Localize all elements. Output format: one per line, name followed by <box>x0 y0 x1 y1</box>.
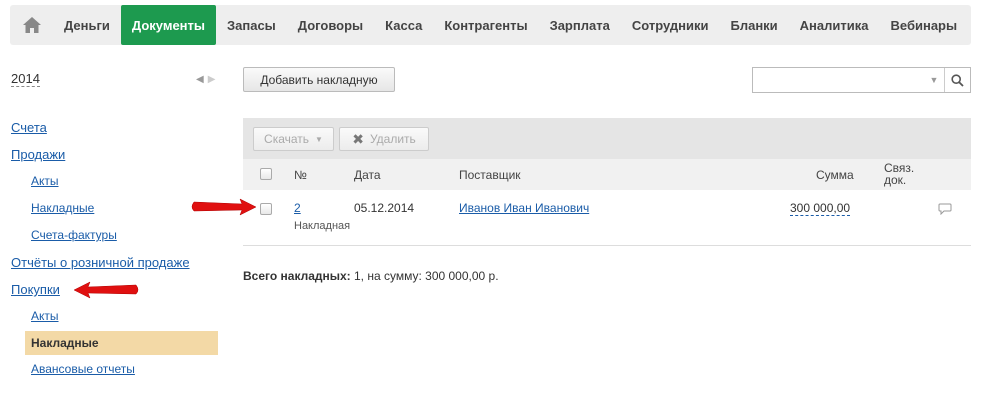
search-input[interactable] <box>753 68 924 92</box>
column-date: Дата <box>354 168 381 182</box>
delete-button[interactable]: ✖ Удалить <box>339 127 429 151</box>
nav-counterparties[interactable]: Контрагенты <box>433 5 538 45</box>
home-icon <box>22 17 41 33</box>
chevron-down-icon: ▼ <box>315 134 323 144</box>
sidebar-item-purchases[interactable]: Покупки <box>11 282 60 297</box>
column-supplier: Поставщик <box>459 168 521 182</box>
nav-webinars[interactable]: Вебинары <box>880 5 969 45</box>
waybill-type: Накладная <box>294 220 351 232</box>
table-header: № Дата Поставщик Сумма Связ. док. <box>243 159 971 190</box>
sidebar-item-retail-reports[interactable]: Отчёты о розничной продаже <box>11 255 190 270</box>
annotation-arrow-purchases <box>73 281 139 299</box>
nav-employees[interactable]: Сотрудники <box>621 5 720 45</box>
year-selector[interactable]: 2014 <box>11 72 40 87</box>
sidebar-item-sales[interactable]: Продажи <box>11 147 65 162</box>
table-toolbar: Скачать ▼ ✖ Удалить <box>243 118 971 159</box>
column-number: № <box>294 168 307 182</box>
sidebar-item-sales-waybills[interactable]: Накладные <box>31 201 94 215</box>
table-row: 2 Накладная 05.12.2014 Иванов Иван Ивано… <box>243 190 971 246</box>
column-sum: Сумма <box>816 168 854 182</box>
sidebar-item-invoices[interactable]: Счета <box>11 120 47 135</box>
add-waybill-button[interactable]: Добавить накладную <box>243 67 395 92</box>
column-linked-docs: Связ. док. <box>884 162 914 186</box>
prev-year-icon[interactable]: ◀ <box>196 74 208 85</box>
sidebar-item-purchase-acts[interactable]: Акты <box>31 309 59 323</box>
nav-money[interactable]: Деньги <box>53 5 121 45</box>
home-button[interactable] <box>10 5 53 45</box>
summary: Всего накладных: 1, на сумму: 300 000,00… <box>243 269 499 283</box>
delete-label: Удалить <box>369 132 416 146</box>
sidebar-item-purchase-waybills-active[interactable]: Накладные <box>25 331 218 355</box>
waybill-sum[interactable]: 300 000,00 <box>790 201 851 216</box>
download-label: Скачать <box>264 132 310 146</box>
nav-stock[interactable]: Запасы <box>216 5 287 45</box>
search-box: ▼ <box>752 67 971 93</box>
search-dropdown-icon[interactable]: ▼ <box>924 68 944 92</box>
summary-text: 1, на сумму: 300 000,00 р. <box>350 269 499 283</box>
sidebar-item-sales-facturas[interactable]: Счета-фактуры <box>31 228 117 242</box>
select-all-checkbox[interactable] <box>260 168 272 180</box>
row-checkbox[interactable] <box>260 203 272 215</box>
nav-forms[interactable]: Бланки <box>719 5 788 45</box>
comment-button[interactable] <box>938 203 952 218</box>
sidebar-item-sales-acts[interactable]: Акты <box>31 174 59 188</box>
nav-cashbox[interactable]: Касса <box>374 5 433 45</box>
next-year-icon[interactable]: ▶ <box>208 74 220 85</box>
sidebar-item-advance-reports[interactable]: Авансовые отчеты <box>31 362 135 376</box>
top-navigation: Деньги Документы Запасы Договоры Касса К… <box>10 5 971 45</box>
supplier-link[interactable]: Иванов Иван Иванович <box>459 201 589 215</box>
waybill-number-link[interactable]: 2 <box>294 201 301 215</box>
waybill-date: 05.12.2014 <box>354 201 415 215</box>
nav-analytics[interactable]: Аналитика <box>789 5 880 45</box>
search-button[interactable] <box>944 68 970 92</box>
search-icon <box>951 73 964 87</box>
column-linked-docs-line2: док. <box>884 173 907 187</box>
year-nav: ◀▶ <box>196 74 219 85</box>
nav-contracts[interactable]: Договоры <box>287 5 374 45</box>
summary-label: Всего накладных: <box>243 269 351 283</box>
download-button[interactable]: Скачать ▼ <box>253 127 334 151</box>
close-icon: ✖ <box>352 130 364 147</box>
comment-icon <box>938 203 952 216</box>
nav-salary[interactable]: Зарплата <box>539 5 621 45</box>
nav-documents[interactable]: Документы <box>120 5 216 45</box>
